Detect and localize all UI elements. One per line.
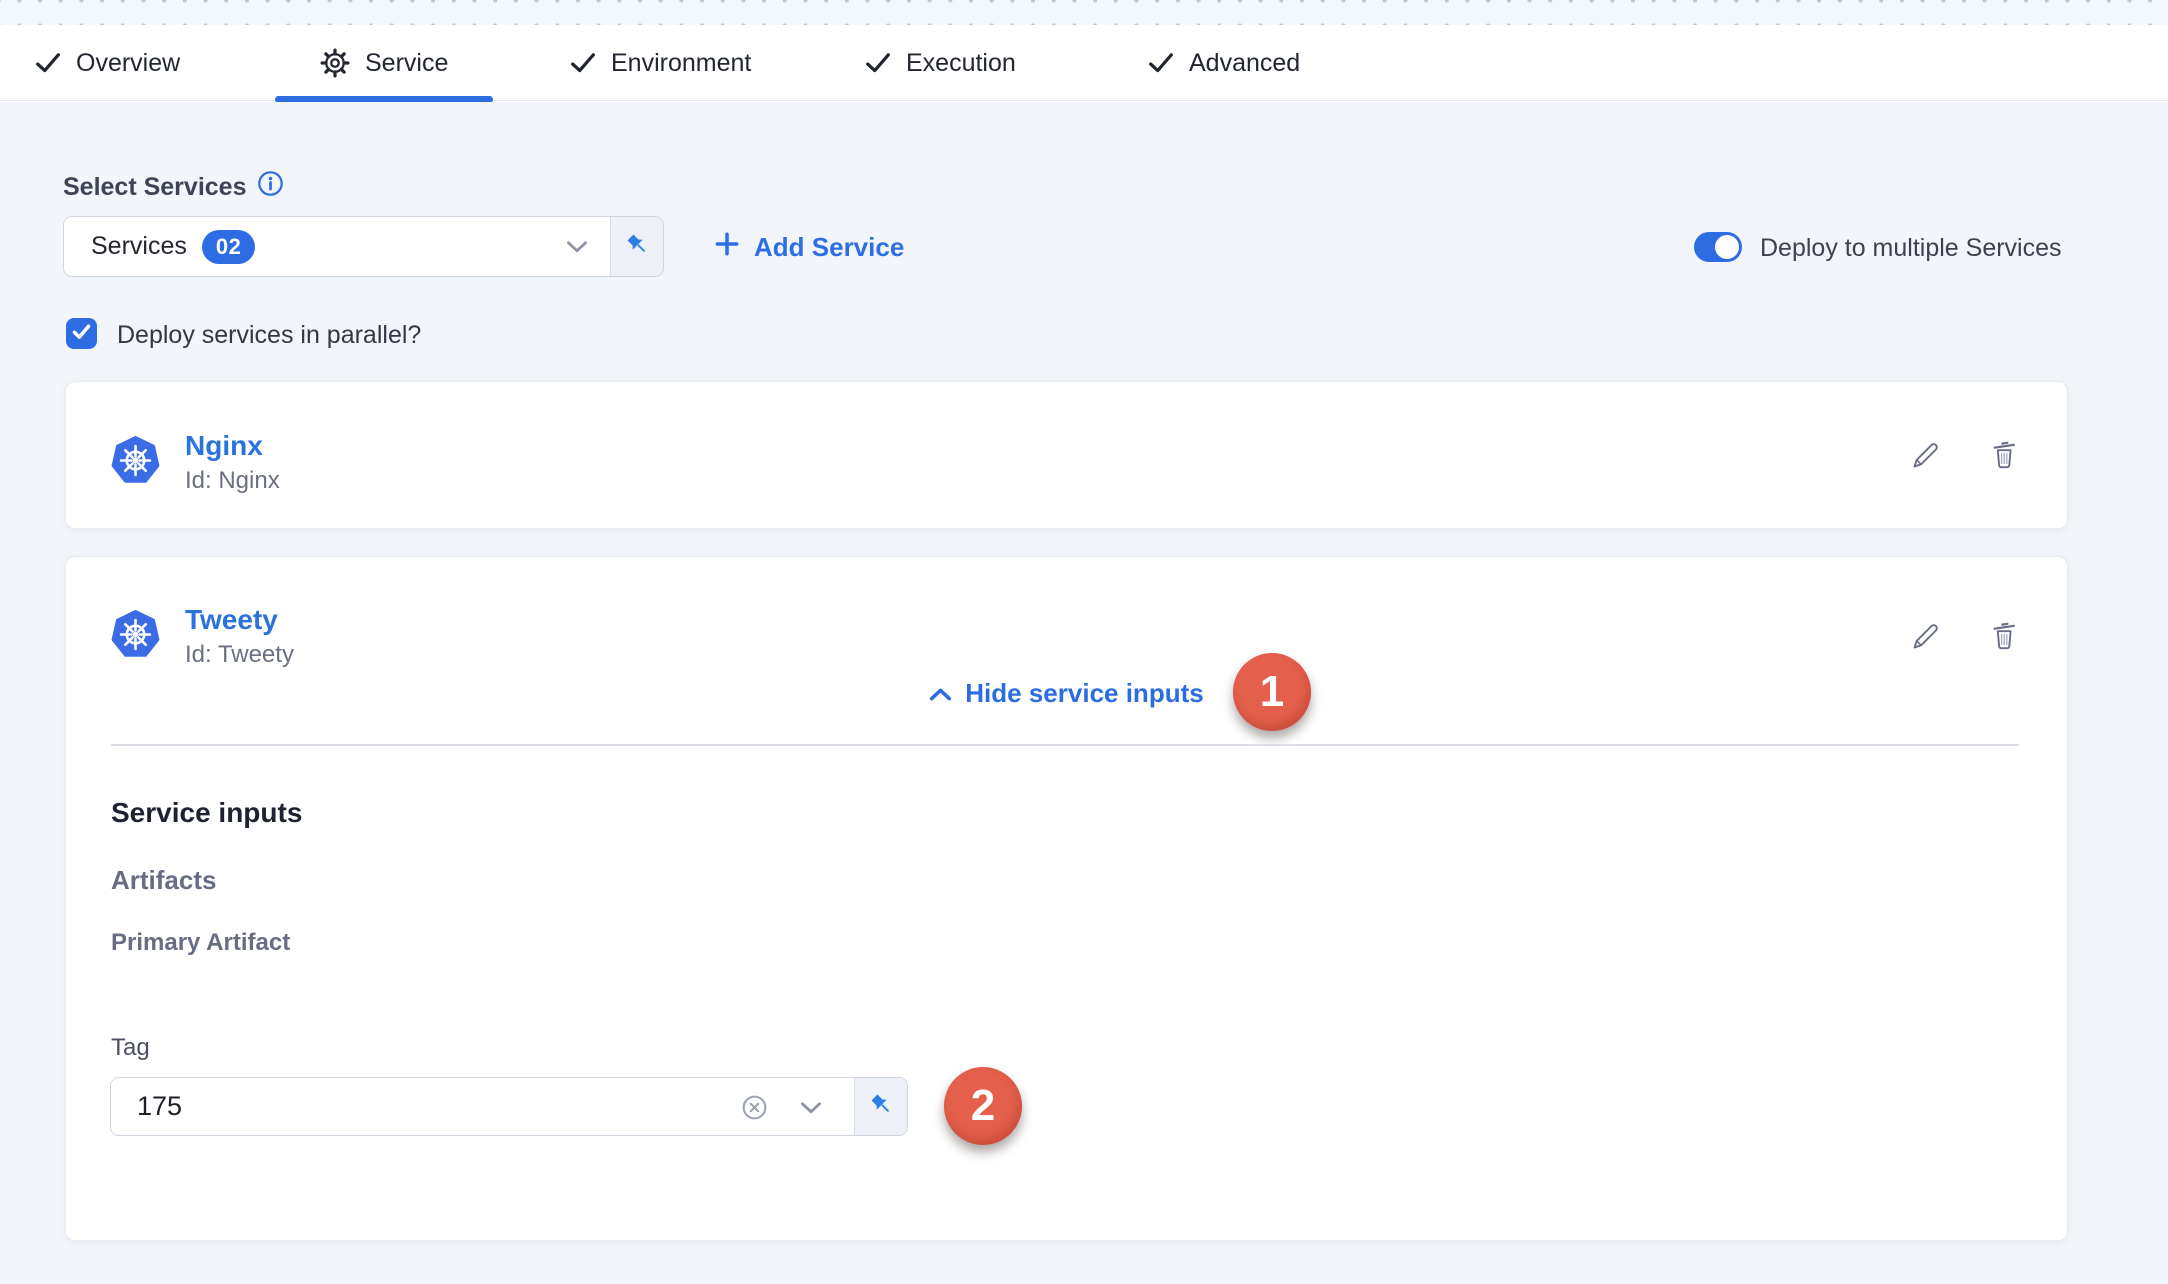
services-dropdown[interactable]: Services 02 (63, 216, 664, 277)
stage-tabbar: Overview Service (0, 25, 2168, 101)
primary-artifact-heading: Primary Artifact (111, 929, 290, 957)
hide-service-inputs-label: Hide service inputs (965, 678, 1203, 709)
tab-label: Overview (76, 49, 180, 78)
tab-label: Execution (906, 49, 1016, 78)
info-circle-icon[interactable] (257, 170, 284, 204)
tab-execution[interactable]: Execution (865, 25, 1016, 101)
chevron-up-icon (929, 678, 952, 709)
annotation-number: 2 (971, 1081, 995, 1131)
pushpin-icon (868, 1091, 895, 1123)
select-services-label-row: Select Services (63, 170, 284, 204)
service-card-header: Tweety Id: Tweety (111, 605, 294, 669)
tag-field-control (110, 1077, 908, 1136)
service-name-link[interactable]: Tweety (185, 605, 294, 636)
service-card-actions (1909, 619, 2021, 653)
check-icon (570, 50, 596, 76)
add-service-label: Add Service (754, 232, 904, 263)
artifacts-heading: Artifacts (111, 865, 216, 896)
pipeline-canvas-dots-strip (0, 0, 2168, 25)
deploy-multiple-services-toggle[interactable] (1694, 232, 1742, 262)
deploy-parallel-checkbox[interactable] (66, 318, 97, 349)
service-card-nginx: Nginx Id: Nginx (65, 381, 2068, 529)
edit-pencil-icon[interactable] (1909, 438, 1943, 472)
services-dropdown-value: Services (91, 232, 187, 261)
service-card-actions (1909, 438, 2021, 472)
service-id-label: Id: Tweety (185, 641, 294, 669)
tag-field-label: Tag (111, 1034, 150, 1062)
clear-circle-x-icon[interactable] (739, 1092, 770, 1123)
delete-trash-icon[interactable] (1987, 438, 2021, 472)
annotation-number: 1 (1260, 667, 1284, 717)
check-icon (35, 50, 61, 76)
service-name-link[interactable]: Nginx (185, 431, 280, 462)
chevron-down-icon (566, 239, 588, 254)
service-card-titles: Tweety Id: Tweety (185, 605, 294, 669)
tag-pin-button[interactable] (854, 1078, 907, 1135)
service-tab-content: Select Services Services 02 (0, 102, 2168, 1284)
plus-icon (713, 230, 741, 265)
services-pin-button[interactable] (610, 217, 663, 276)
hide-service-inputs-link[interactable]: Hide service inputs (66, 678, 2067, 709)
tab-advanced[interactable]: Advanced (1148, 25, 1300, 101)
gear-icon (320, 48, 350, 78)
select-services-label: Select Services (63, 173, 246, 202)
pushpin-icon (624, 231, 651, 263)
services-count-badge: 02 (202, 230, 255, 264)
service-card-tweety: Tweety Id: Tweety (65, 556, 2068, 1241)
annotation-badge-1: 1 (1233, 653, 1311, 731)
edit-pencil-icon[interactable] (1909, 619, 1943, 653)
toggle-knob (1715, 235, 1739, 259)
service-card-titles: Nginx Id: Nginx (185, 431, 280, 495)
tag-input-wrap (111, 1078, 854, 1135)
deploy-multiple-services-label: Deploy to multiple Services (1760, 234, 2062, 263)
service-card-header: Nginx Id: Nginx (111, 431, 280, 495)
check-icon (71, 321, 92, 347)
annotation-badge-2: 2 (944, 1067, 1022, 1145)
tab-label: Service (365, 49, 448, 78)
service-id-label: Id: Nginx (185, 467, 280, 495)
tab-service[interactable]: Service (275, 25, 493, 101)
check-icon (865, 50, 891, 76)
card-divider (111, 744, 2019, 746)
services-dropdown-value-area[interactable]: Services 02 (64, 217, 610, 276)
kubernetes-icon (111, 436, 160, 490)
add-service-button[interactable]: Add Service (713, 230, 904, 265)
tab-label: Environment (611, 49, 751, 78)
deploy-parallel-label: Deploy services in parallel? (117, 321, 421, 350)
tab-environment[interactable]: Environment (570, 25, 751, 101)
service-inputs-heading: Service inputs (111, 797, 302, 829)
service-config-page: Overview Service (0, 0, 2168, 1284)
kubernetes-icon (111, 610, 160, 664)
check-icon (1148, 50, 1174, 76)
chevron-down-icon[interactable] (800, 1100, 822, 1115)
tab-overview[interactable]: Overview (35, 25, 180, 101)
tab-label: Advanced (1189, 49, 1300, 78)
delete-trash-icon[interactable] (1987, 619, 2021, 653)
